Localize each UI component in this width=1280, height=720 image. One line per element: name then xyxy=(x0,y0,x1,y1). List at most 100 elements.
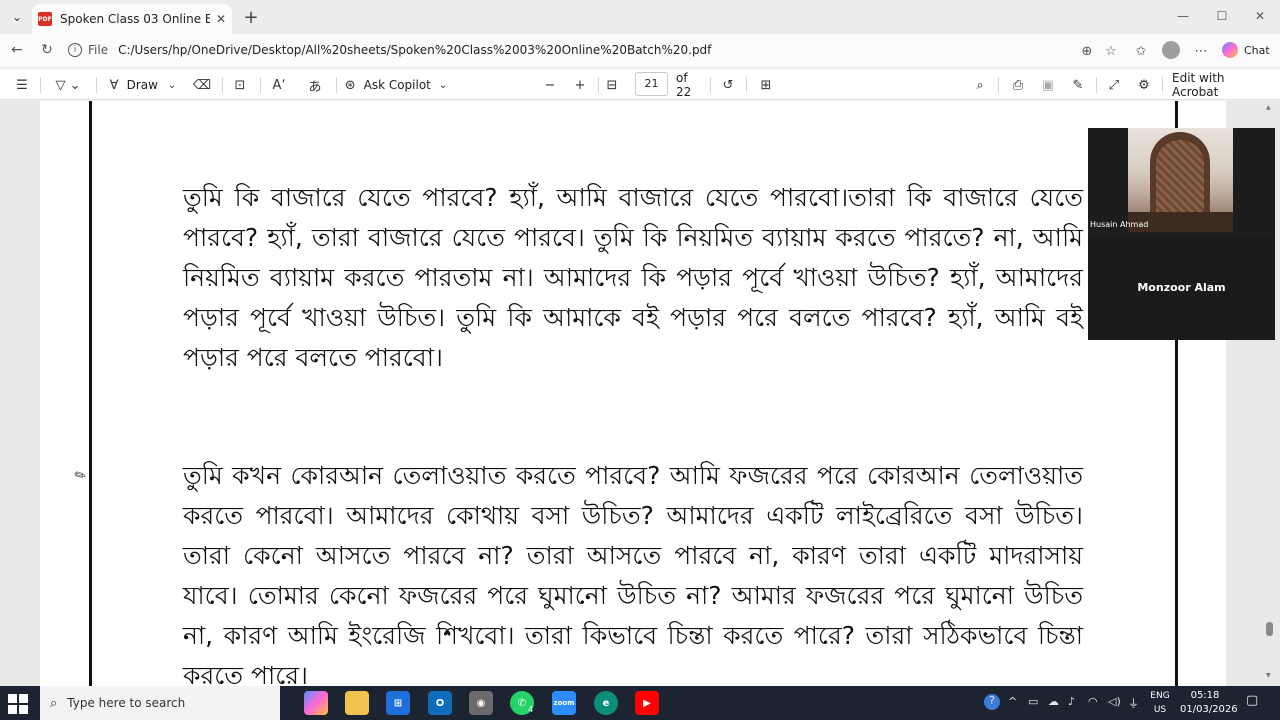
more-menu-icon[interactable]: ⋯ xyxy=(1192,42,1210,60)
toolbar-divider xyxy=(598,77,599,93)
zoom-search-icon[interactable]: ⊕ xyxy=(1078,42,1096,60)
search-icon: ⌕ xyxy=(50,695,58,711)
file-explorer-icon[interactable] xyxy=(345,691,369,715)
minimize-icon[interactable]: — xyxy=(1168,6,1198,26)
read-aloud-icon[interactable]: Aʼ xyxy=(268,74,290,96)
copilot-chat-button[interactable]: Chat xyxy=(1222,40,1270,60)
windows-start-icon[interactable] xyxy=(8,694,28,714)
toolbar-divider xyxy=(40,77,41,93)
find-search-icon[interactable]: ⌕ xyxy=(970,74,990,96)
draw-button[interactable]: ∀ Draw ⌄ xyxy=(104,74,182,96)
text-box-icon[interactable]: ⊡ xyxy=(230,74,250,96)
microsoft-store-icon[interactable]: ⊞ xyxy=(386,691,410,715)
close-window-icon[interactable]: ✕ xyxy=(1245,6,1275,26)
language-indicator[interactable]: ENG US xyxy=(1150,689,1170,717)
microphone-icon[interactable]: ♪ xyxy=(1068,695,1075,708)
close-tab-icon[interactable]: ✕ xyxy=(216,12,226,26)
taskbar: ⌕ Type here to search ⊞ O ◉ ✆ 4 zoom e ▶… xyxy=(0,686,1280,720)
maximize-icon[interactable]: ☐ xyxy=(1207,6,1237,26)
new-tab-plus-icon[interactable]: + xyxy=(240,6,262,28)
draw-chevron-icon: ⌄ xyxy=(167,79,177,91)
video-call-panel: Husain Ahmad Monzoor Alam xyxy=(1088,128,1275,340)
participant-1-name: Husain Ahmad xyxy=(1090,220,1149,229)
participant-2-name: Monzoor Alam xyxy=(1137,281,1226,294)
scroll-up-icon[interactable]: ▲ xyxy=(1266,104,1274,111)
battery-icon[interactable]: ▭ xyxy=(1028,695,1038,708)
url-scheme-label: File xyxy=(88,43,109,57)
toolbar-divider xyxy=(710,77,711,93)
page-view-icon[interactable]: ⊞ xyxy=(756,74,776,96)
camera-feed-lattice xyxy=(1156,140,1204,216)
print-icon[interactable]: ⎙ xyxy=(1008,74,1028,96)
toolbar-divider xyxy=(222,77,223,93)
zoom-app-icon[interactable]: zoom xyxy=(552,691,576,715)
page-number-input[interactable]: 21 xyxy=(635,72,668,96)
page-total-label: of 22 xyxy=(676,71,702,99)
taskbar-search-input[interactable]: ⌕ Type here to search xyxy=(40,686,280,720)
url-text: C:/Users/hp/OneDrive/Desktop/All%20sheet… xyxy=(118,43,712,57)
zoom-in-icon[interactable]: + xyxy=(570,74,590,96)
whatsapp-badge: 4 xyxy=(528,705,534,714)
edit-with-acrobat-button[interactable]: Edit with Acrobat xyxy=(1172,71,1272,99)
scrollbar-thumb[interactable] xyxy=(1266,622,1273,636)
tab-pdf[interactable]: PDF Spoken Class 03 Online Batch .pdf ✕ xyxy=(32,4,232,34)
translate-icon[interactable]: あ xyxy=(304,74,326,96)
notifications-icon[interactable]: ▢ xyxy=(1246,693,1258,708)
refresh-icon[interactable]: ↻ xyxy=(36,40,58,60)
info-icon[interactable]: i xyxy=(68,43,82,57)
power-plug-icon[interactable]: ⏚ xyxy=(1128,695,1139,711)
scroll-down-icon[interactable]: ▼ xyxy=(1266,672,1274,679)
toolbar-divider xyxy=(998,77,999,93)
settings-gear-icon[interactable]: ⚙ xyxy=(1134,74,1154,96)
copilot-icon xyxy=(1222,42,1238,58)
url-input[interactable]: i File C:/Users/hp/OneDrive/Desktop/All%… xyxy=(62,38,1128,62)
system-clock[interactable]: 05:18 01/03/2026 xyxy=(1180,689,1238,717)
edit-acrobat-label: Edit with Acrobat xyxy=(1172,71,1225,99)
draw-pen-icon: ∀ xyxy=(109,77,119,93)
language-code: ENG xyxy=(1150,691,1170,701)
chat-label: Chat xyxy=(1244,43,1270,57)
video-tile-participant-1[interactable]: Husain Ahmad xyxy=(1088,128,1275,233)
paragraph-1: তুমি কি বাজারে যেতে পারবে? হ্যাঁ, আমি বা… xyxy=(183,183,1083,372)
toolbar-divider xyxy=(96,77,97,93)
back-arrow-icon[interactable]: ← xyxy=(6,40,28,60)
toolbar-divider xyxy=(260,77,261,93)
eraser-icon[interactable]: ⌫ xyxy=(192,74,212,96)
tab-strip: ⌄ PDF Spoken Class 03 Online Batch .pdf … xyxy=(0,0,1280,34)
show-hidden-icons-chevron-icon[interactable]: ^ xyxy=(1008,695,1017,708)
youtube-icon[interactable]: ▶ xyxy=(635,691,659,715)
save-icon[interactable]: ▣ xyxy=(1038,74,1058,96)
tab-title: Spoken Class 03 Online Batch .pdf xyxy=(60,12,210,26)
help-icon[interactable]: ? xyxy=(984,694,1000,710)
page-frame-left-line xyxy=(89,101,92,686)
copilot-app-icon[interactable] xyxy=(304,691,328,715)
onedrive-icon[interactable]: ☁ xyxy=(1048,695,1059,708)
profile-avatar-icon[interactable] xyxy=(1162,41,1180,59)
ask-copilot-button[interactable]: ⊛ Ask Copilot ⌄ xyxy=(344,74,448,96)
edge-browser-icon[interactable]: e xyxy=(594,691,618,715)
fullscreen-icon[interactable]: ⤢ xyxy=(1104,74,1124,96)
toolbar-divider xyxy=(336,77,337,93)
outlook-icon[interactable]: O xyxy=(428,691,452,715)
search-placeholder: Type here to search xyxy=(67,696,186,710)
camera-app-icon[interactable]: ◉ xyxy=(469,691,493,715)
tab-actions-chevron-icon[interactable]: ⌄ xyxy=(6,7,28,27)
total-pages-text: of 22 xyxy=(676,71,692,99)
zoom-out-icon[interactable]: − xyxy=(540,74,560,96)
favorite-star-icon[interactable]: ☆ xyxy=(1102,42,1120,60)
fit-page-icon[interactable]: ⊟ xyxy=(602,74,622,96)
pdf-file-icon: PDF xyxy=(38,12,52,26)
video-tile-participant-2[interactable]: Monzoor Alam xyxy=(1088,235,1275,340)
contents-list-icon[interactable]: ☰ xyxy=(12,74,32,96)
ask-copilot-label: Ask Copilot xyxy=(363,78,431,92)
wifi-icon[interactable]: ◠ xyxy=(1088,695,1098,708)
favorites-list-icon[interactable]: ✩ xyxy=(1132,42,1150,60)
camera-feed-image xyxy=(1128,128,1233,232)
copilot-small-icon: ⊛ xyxy=(344,77,356,93)
volume-icon[interactable]: ◁) xyxy=(1108,695,1121,708)
rotate-icon[interactable]: ↺ xyxy=(718,74,738,96)
paragraph-2: তুমি কখন কোরআন তেলাওয়াত করতে পারবে? আমি… xyxy=(183,461,1083,690)
save-as-icon[interactable]: ✎ xyxy=(1068,74,1088,96)
highlight-icon[interactable]: ▽ ⌄ xyxy=(48,74,88,96)
toolbar-divider xyxy=(1162,77,1163,93)
